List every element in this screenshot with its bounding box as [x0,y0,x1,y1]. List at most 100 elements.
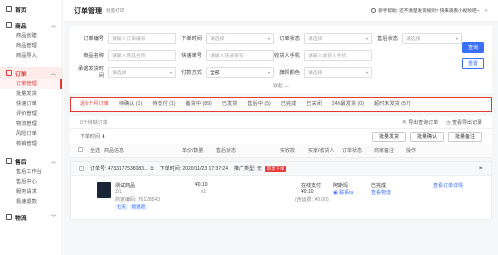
tab-shipped[interactable]: 已发货 [217,97,243,112]
sidebar-item-aftersale-center[interactable]: 售后中心 [0,177,62,187]
batch-confirm-button[interactable]: 批量确认 [409,131,444,142]
sidebar-item-order-manage[interactable]: 订单管理 [0,79,62,89]
sidebar-group-label: 商品 [15,23,27,30]
reset-button[interactable]: 重置 [462,58,484,69]
promise-time-select[interactable]: 请选择 ▾ [108,66,176,78]
filter-row: 订单编号 请输入订单编号 下单时间 请选择 ▾ 订单状态 请选择 ▾ 售后状态 请选… [78,31,484,45]
checkbox[interactable] [79,166,84,171]
chevron-down-icon: ▾ [365,35,368,41]
order-time-select[interactable]: 请选择 ▾ [206,32,274,44]
export-icon: ⇱ [402,119,407,126]
checkbox[interactable] [78,147,83,152]
placeholder: 请选择 [308,70,323,76]
collapse-toggle[interactable]: 收起 ︿ [78,82,484,91]
main-content: 订单管理 批量打印 新手帮助: 还不清楚发货规则? 快来观看小视频吧~ ✕ 订单… [64,0,498,255]
query-button[interactable]: 查询 [462,42,484,53]
product-thumbnail[interactable] [97,182,111,198]
select-all-checkbox[interactable] [78,147,90,154]
sidebar-item-review[interactable]: 评价管理 [0,109,62,119]
order-status-select[interactable]: 请选择 ▾ [304,32,372,44]
col-buyer: 买家/收货人 [308,148,335,154]
filter-express-no: 快递单号 请输入快递单号 [176,49,274,61]
sidebar-item-risk-order[interactable]: 风险订单 [0,129,62,139]
view-order-detail-link[interactable]: 查看订单详情 [433,182,463,189]
sidebar-item-batch-ship[interactable]: 批量发货 [0,89,62,99]
contact-buyer-link[interactable]: ▣ 联系ta [333,189,353,196]
chevron-down-icon: ▾ [455,35,458,41]
product-name[interactable]: 测试商品 [115,182,135,189]
paid-amount: ¥0.10 [301,189,314,195]
table-header: 全选 商品信息 单价/数量 售后状态 实收款 买家/收货人 订单状态 商家备注 … [70,144,492,158]
clock-icon: ◷ [446,119,451,126]
sidebar-item-fast-refund[interactable]: 极速退款 [0,197,62,207]
tab-24h-ship[interactable]: 24h最发货 (0) [327,97,369,112]
view-export-records-link[interactable]: ◷ 查看导出记录 [446,119,482,126]
batch-print-link[interactable]: 批量打印 [106,8,124,14]
sidebar-item-service-request[interactable]: 服务请求 [0,187,62,197]
merchant-code: 商家编码: 76128543 [115,197,161,203]
chevron-down-icon: ▾ [267,35,270,41]
product-name-input[interactable]: 请输入商品名称 [108,49,176,61]
sidebar-item-goods-manage[interactable]: 商品管理 [0,41,62,51]
batch-note-button[interactable]: 批量备注 [447,131,482,142]
col-note: 商家备注 [374,148,395,154]
sort-down-icon: ⬇ [101,134,106,140]
home-icon [6,6,12,12]
filter-order-time: 下单时间 请选择 ▾ [176,32,274,44]
sidebar-home[interactable]: 首页 [0,3,62,15]
export-orders-link[interactable]: ⇱ 导出查询订单 [403,119,439,126]
sort-order-time[interactable]: 下单时间 ⬇ [80,133,106,140]
sidebar-group-label: 物流 [15,215,27,222]
placeholder: 请选择 [308,36,323,42]
tab-to-confirm[interactable]: 待确认 (1) [114,97,147,112]
sidebar-item-logistics-manage[interactable]: 物流管理 [0,119,62,129]
sidebar-group-goods[interactable]: 商品 ︿ [0,19,62,31]
receiver-phone-input[interactable]: 请输入收货人手机 [304,49,372,61]
tab-completed[interactable]: 已完成 [276,97,302,112]
aftersale-status-select[interactable]: 请选择 ▾ [402,32,462,44]
sidebar-item-express-order[interactable]: 快递订单 [0,99,62,109]
view-logistics-link[interactable]: 查看物流 [371,189,391,196]
chevron-down-icon: ▾ [169,69,172,75]
freight: (含运费: ¥0.00) [295,197,329,203]
filter-panel: 订单编号 请输入订单编号 下单时间 请选择 ▾ 订单状态 请选择 ▾ 售后状态 请选… [70,26,492,93]
chevron-down-icon: ▾ [365,69,368,75]
sidebar-item-goods-create[interactable]: 商品创建 [0,31,62,41]
col-price-qty: 单价/数量 [182,148,204,154]
sidebar-item-goods-import[interactable]: 商品导入 [0,51,62,61]
tab-overdue[interactable]: 超时未发货 (57) [369,97,416,112]
batch-ship-button[interactable]: 批量发货 [371,131,406,142]
tab-recent-6-months[interactable]: 近6个月订单 [75,97,114,112]
chevron-down-icon: ﹀ [50,214,56,221]
order-icon [6,70,12,76]
sidebar-group-order[interactable]: 订单 ︿ [0,67,62,79]
flag-icon[interactable]: ⚑ [479,166,483,172]
order-no-input[interactable]: 请输入订单编号 [108,32,176,44]
help-notice-text[interactable]: 新手帮助: 还不清楚发货规则? 快来观看小视频吧~ [378,8,479,14]
sort-label: 下单时间 [80,134,101,140]
list-toolbar: 0个待缺订单 ⇱ 导出查询订单 ◷ 查看导出记录 [70,116,492,128]
tab-aftersale[interactable]: 售后中 (5) [242,97,275,112]
toolbar-actions: ⇱ 导出查询订单 ◷ 查看导出记录 [403,119,482,126]
tab-closed[interactable]: 已关闭 [301,97,327,112]
tab-preparing[interactable]: 备货中 (89) [181,97,217,112]
close-icon[interactable]: ✕ [484,8,488,14]
col-product: 商品信息 [104,148,125,154]
copy-icon[interactable]: ⧉ [150,166,154,172]
sidebar-item-verify[interactable]: 核销管理 [0,139,62,149]
express-no-input[interactable]: 请输入快递单号 [206,49,274,61]
aftersale-icon [6,158,12,164]
sidebar-group-logistics[interactable]: 物流 ﹀ [0,211,62,223]
filter-label: 订单状态 [279,35,300,42]
chevron-down-icon: ▾ [267,69,270,75]
sidebar-item-aftersale-workbench[interactable]: 售后工作台 [0,167,62,177]
chevron-up-icon: ︿ [50,70,56,77]
export-label: 导出查询订单 [408,119,439,126]
view-export-label: 查看导出记录 [451,119,482,126]
sidebar-group-aftersale[interactable]: 售后 ︿ [0,155,62,167]
flag-color-select[interactable]: 请选择 ▾ [304,66,372,78]
pay-method-select[interactable]: 全部 ▾ [206,66,274,78]
col-action: 操作 [406,148,417,154]
sidebar: 首页 商品 ︿ 商品创建 商品管理 商品导入 订单 ︿ 订单管理 批量发货 快递… [0,0,63,255]
tab-to-pay[interactable]: 待支付 (1) [147,97,180,112]
